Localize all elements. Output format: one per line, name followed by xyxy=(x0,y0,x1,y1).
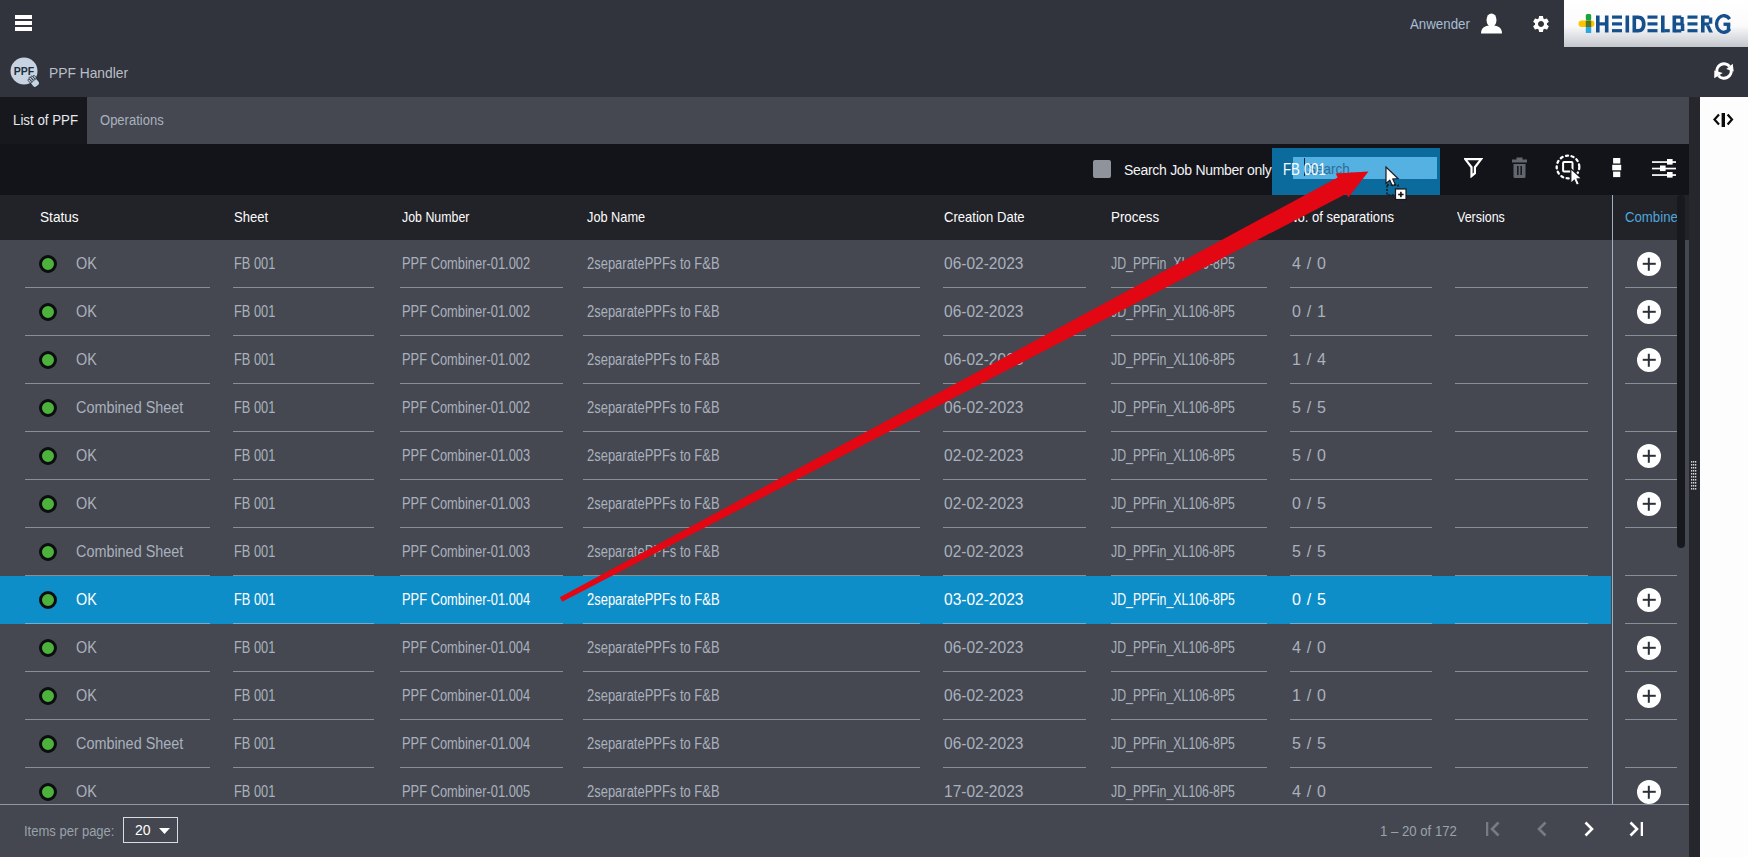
svg-text:PPF: PPF xyxy=(14,65,35,77)
